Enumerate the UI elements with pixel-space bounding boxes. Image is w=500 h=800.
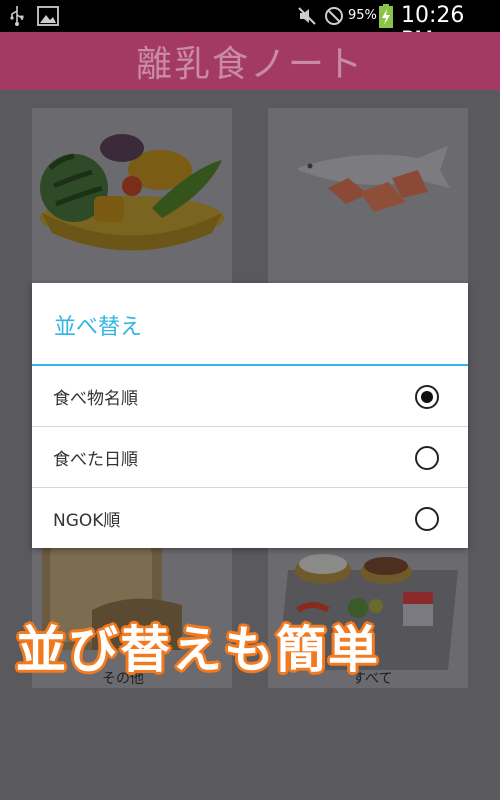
mute-icon [296, 4, 318, 28]
status-bar: 95% 10:26 PM [0, 0, 500, 53]
image-icon [36, 4, 60, 28]
sort-option-ngok[interactable]: NGOK順 [32, 488, 468, 549]
dialog-title: 並べ替え [54, 315, 143, 340]
sort-option-label: 食べた日順 [53, 450, 138, 470]
sort-dialog: 並べ替え 食べ物名順 食べた日順 NGOK順 [32, 283, 468, 548]
battery-charging-icon [378, 4, 394, 28]
do-not-disturb-icon [323, 4, 345, 28]
battery-percent: 95% [348, 8, 377, 23]
category-tile-vegetables[interactable] [32, 108, 232, 288]
app-header: 離乳食ノート [0, 32, 500, 90]
app-title: 離乳食ノート [135, 44, 364, 85]
promo-banner-text: 並び替えも簡単 [16, 621, 380, 679]
usb-icon [8, 4, 26, 28]
sort-option-date-eaten[interactable]: 食べた日順 [32, 427, 468, 488]
sort-option-food-name[interactable]: 食べ物名順 [32, 366, 468, 427]
sort-option-label: NGOK順 [53, 511, 121, 531]
category-tile-fish[interactable] [268, 108, 468, 288]
vegetables-basket-illustration [40, 134, 224, 251]
salmon-illustration [298, 146, 450, 212]
radio-button[interactable] [415, 506, 439, 531]
radio-button-checked[interactable] [415, 384, 439, 409]
sort-option-label: 食べ物名順 [53, 389, 138, 409]
radio-button[interactable] [415, 445, 439, 470]
